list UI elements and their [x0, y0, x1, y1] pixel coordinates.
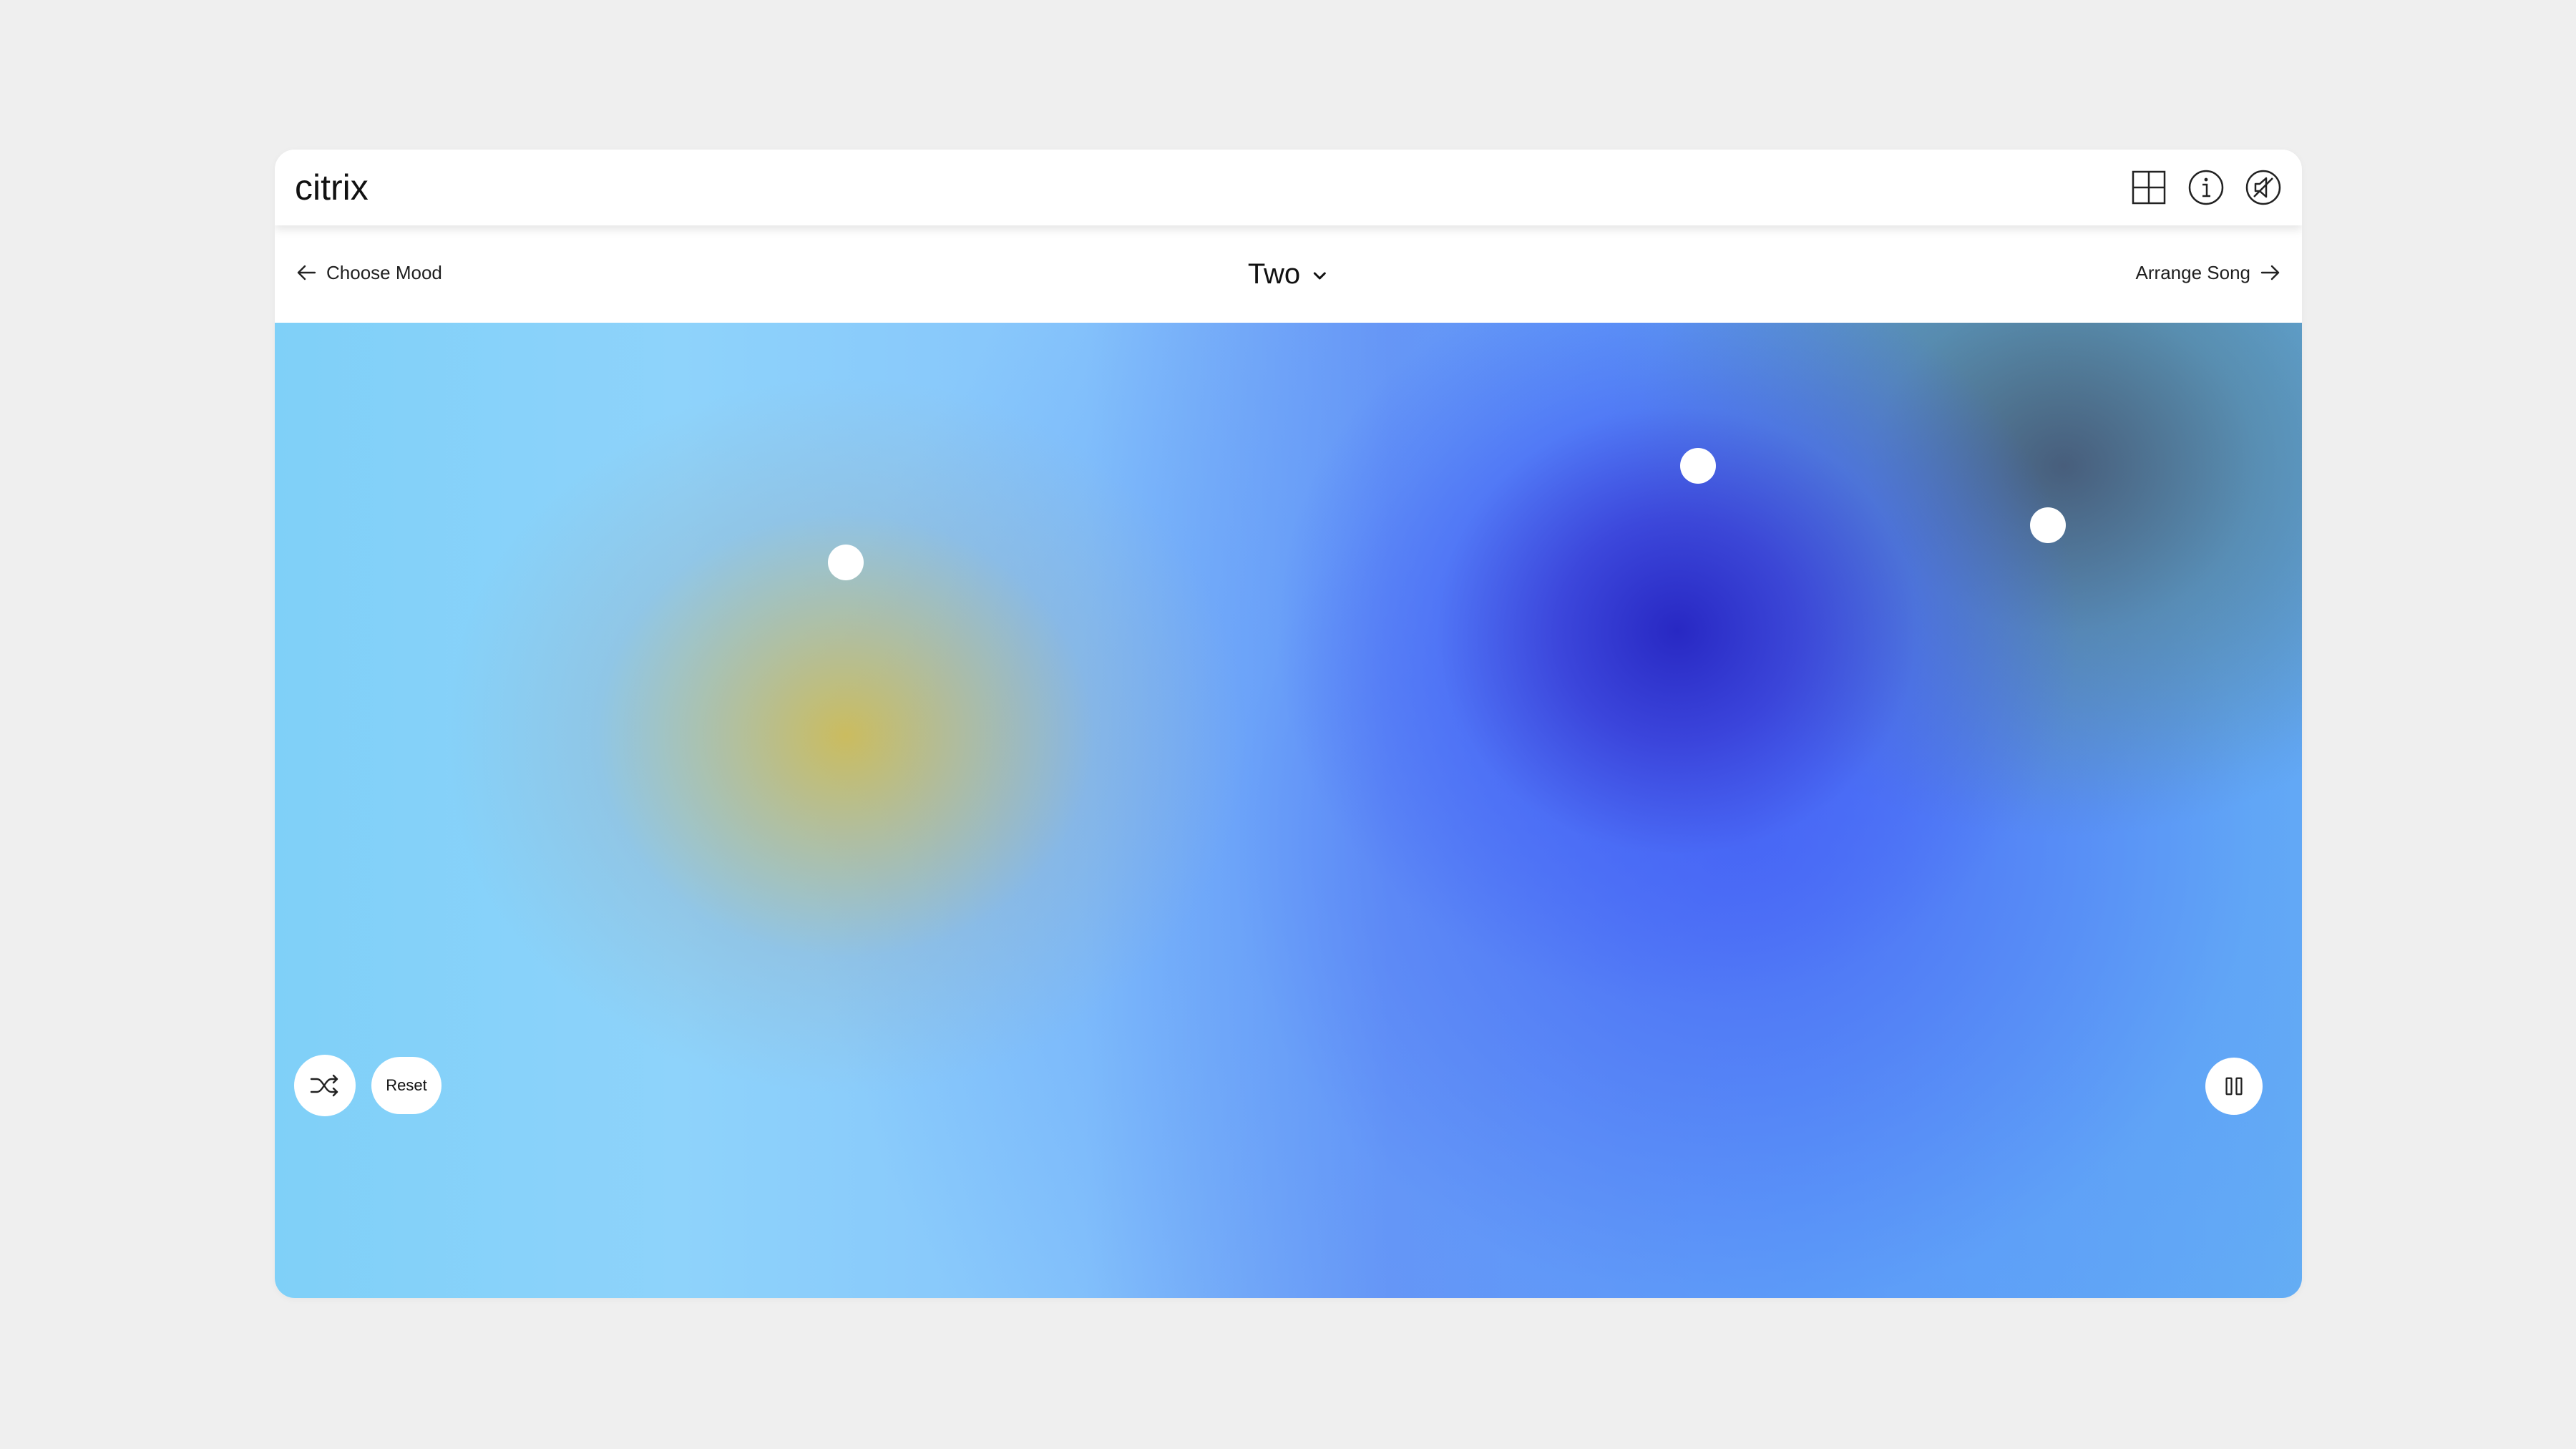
mood-selected-value: Two [1247, 258, 1301, 290]
arrange-song-label: Arrange Song [2135, 261, 2250, 283]
reset-label: Reset [386, 1076, 427, 1094]
pause-button[interactable] [2205, 1058, 2263, 1115]
citrix-logo: citrix [295, 168, 369, 208]
chevron-down-icon [1313, 272, 1326, 279]
mood-node-blue[interactable] [1680, 448, 1716, 484]
app-window: citrix Choose Mood Two Arrange Song Rese… [275, 150, 2302, 1298]
top-bar: citrix [275, 150, 2302, 225]
arrow-right-icon [2260, 265, 2280, 280]
grid-icon[interactable] [2130, 169, 2167, 206]
arrange-song-link[interactable]: Arrange Song [2136, 261, 2282, 284]
svg-text:citrix: citrix [295, 168, 369, 208]
shuffle-icon [310, 1074, 338, 1097]
info-icon[interactable] [2187, 169, 2225, 206]
shuffle-button[interactable] [294, 1055, 356, 1116]
mood-dropdown[interactable]: Two [1248, 258, 1329, 291]
choose-mood-link[interactable]: Choose Mood [295, 261, 442, 284]
mood-canvas[interactable]: Reset [275, 323, 2302, 1298]
mood-node-teal[interactable] [2030, 507, 2066, 543]
top-icons [2130, 169, 2282, 206]
choose-mood-label: Choose Mood [326, 261, 442, 283]
pause-icon [2225, 1077, 2243, 1096]
mood-node-yellow[interactable] [828, 545, 864, 580]
reset-button[interactable]: Reset [371, 1057, 441, 1114]
sound-off-icon[interactable] [2245, 169, 2282, 206]
mood-navigation-bar: Choose Mood Two Arrange Song [275, 225, 2302, 323]
arrow-left-icon [297, 265, 316, 280]
